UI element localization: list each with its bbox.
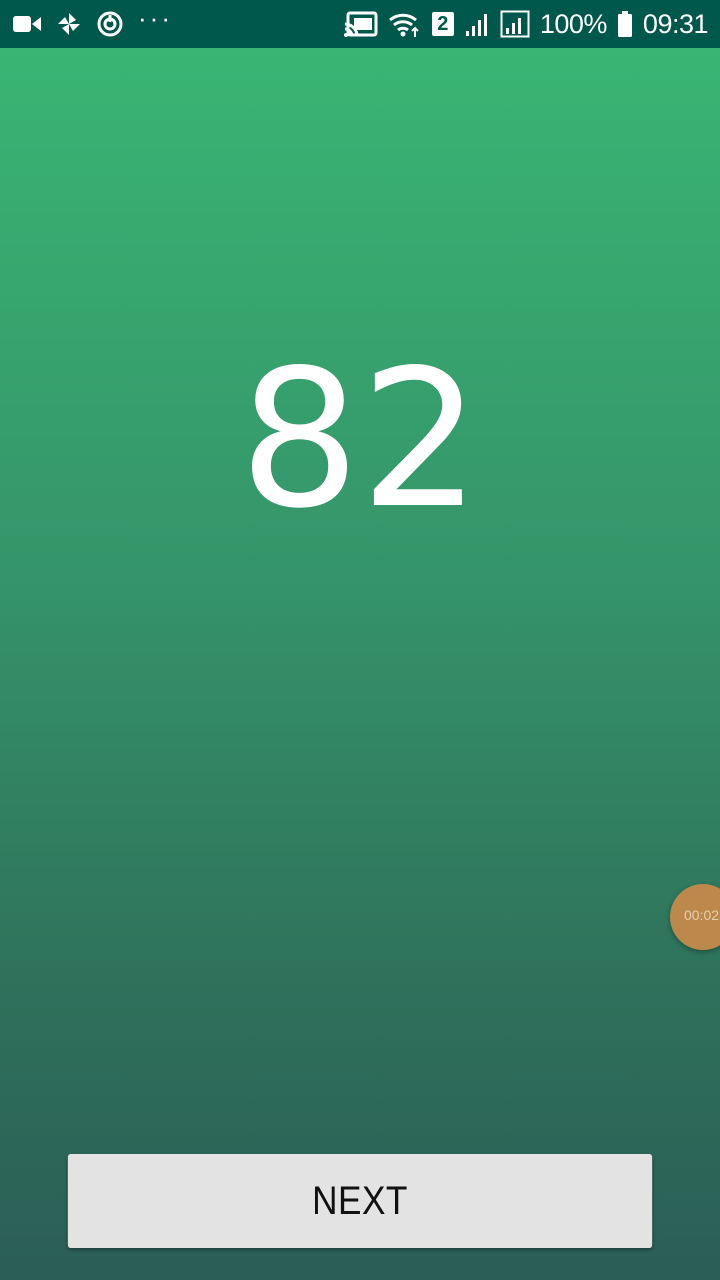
sim-2-icon: 2: [431, 12, 454, 36]
battery-icon: [617, 8, 633, 40]
signal-icon: [464, 8, 490, 40]
screen-recorder-bubble[interactable]: 00:02: [670, 884, 720, 950]
recording-timer: 00:02: [684, 907, 720, 923]
video-camera-icon: [12, 8, 42, 40]
status-bar-left: ···: [12, 3, 173, 40]
battery-percent: 100%: [539, 8, 608, 39]
status-bar-right: 2 100% 09:31: [343, 8, 709, 40]
wifi-icon: [388, 8, 422, 40]
counter-value: 82: [239, 329, 481, 550]
app-screen: ··· 2 100% 09:31 82 00:02 NEXT: [0, 0, 720, 1280]
cast-icon: [343, 8, 378, 40]
sync-icon: [96, 8, 124, 40]
status-bar: ··· 2 100% 09:31: [0, 0, 720, 48]
more-dots-icon: ···: [138, 2, 173, 33]
pinwheel-icon: [56, 8, 82, 40]
clock: 09:31: [642, 8, 709, 39]
next-button[interactable]: NEXT: [67, 1154, 653, 1248]
signal-sim-icon: [500, 8, 530, 40]
